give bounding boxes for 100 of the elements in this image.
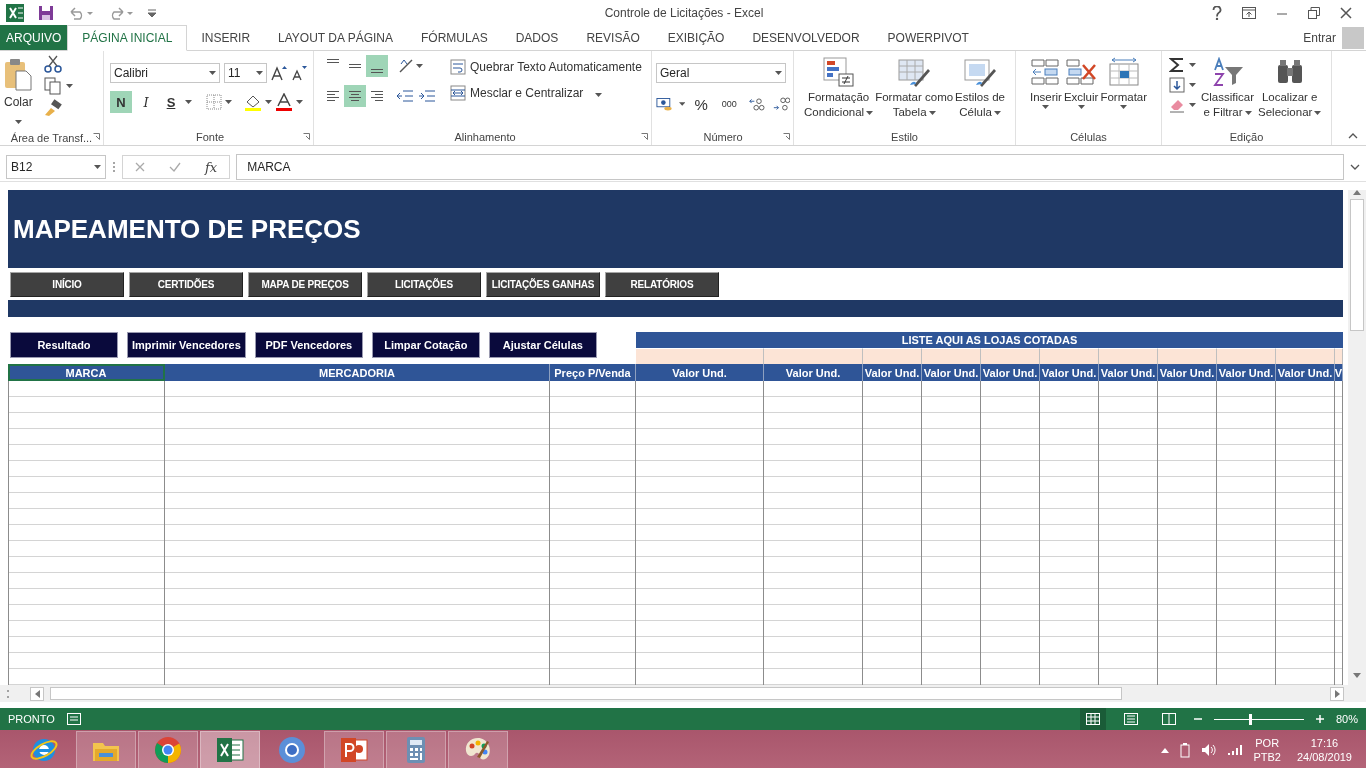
ribbon-tab[interactable]: LAYOUT DA PÁGINA xyxy=(264,25,407,50)
fill-down-icon[interactable] xyxy=(1169,77,1185,93)
paste-button[interactable]: Colar xyxy=(3,57,34,130)
column-header-cell[interactable]: Valor Und. xyxy=(1040,364,1099,381)
store-name-cell[interactable] xyxy=(1217,348,1276,364)
spreadsheet-app-icon[interactable] xyxy=(215,735,245,765)
scroll-right-button[interactable] xyxy=(1330,686,1344,701)
dialog-launcher-icon[interactable] xyxy=(783,133,790,140)
zoom-out-icon[interactable] xyxy=(1193,715,1202,723)
taskbar-app[interactable] xyxy=(386,731,446,768)
caret-icon[interactable] xyxy=(1314,110,1322,115)
macro-button[interactable]: Imprimir Vencedores xyxy=(127,332,246,358)
ribbon-tab[interactable]: EXIBIÇÃO xyxy=(653,25,739,50)
ribbon-table-button[interactable]: Formatar como Tabela xyxy=(874,55,955,129)
caret-icon[interactable] xyxy=(1120,105,1128,109)
cell-style-brush-icon[interactable] xyxy=(964,57,997,87)
scroll-left-button[interactable] xyxy=(30,686,44,701)
increase-decimal-icon[interactable] xyxy=(747,96,766,112)
caret-icon[interactable] xyxy=(678,102,685,106)
bold-button[interactable]: N xyxy=(110,91,132,113)
save-icon[interactable] xyxy=(38,4,54,21)
excel-icon[interactable] xyxy=(6,3,24,22)
restore-icon[interactable] xyxy=(1308,6,1320,19)
column-header-cell[interactable]: Preço P/Venda xyxy=(550,364,636,381)
store-name-cell[interactable] xyxy=(636,348,764,364)
currency-icon[interactable] xyxy=(656,96,673,112)
caret-icon[interactable] xyxy=(185,100,192,104)
signal-icon[interactable] xyxy=(1227,744,1244,756)
store-name-cell[interactable] xyxy=(764,348,863,364)
macro-button[interactable]: Ajustar Células xyxy=(488,332,597,358)
ribbon-format-button[interactable]: Formatar xyxy=(1099,55,1149,129)
horizontal-scrollbar[interactable] xyxy=(0,685,1366,702)
column-header-cell[interactable]: Valor Und. xyxy=(863,364,922,381)
clock-time[interactable]: 17:16 xyxy=(1310,737,1339,749)
ribbon-tab[interactable]: INSERIR xyxy=(187,25,265,50)
caret-icon[interactable] xyxy=(1244,110,1252,115)
layout-indicator[interactable]: PTB2 xyxy=(1253,751,1281,763)
nav-button[interactable]: LICITAÇÕES GANHAS xyxy=(486,272,600,297)
caret-icon[interactable] xyxy=(265,100,272,104)
normal-view-button[interactable] xyxy=(1079,708,1106,730)
nav-button[interactable]: RELATÓRIOS xyxy=(605,272,719,297)
ribbon-sort-button[interactable]: Classificar e Filtrar xyxy=(1200,55,1256,129)
language-indicator[interactable]: POR xyxy=(1255,737,1280,749)
ribbon-cellstyle-button[interactable]: Estilos de Célula xyxy=(954,55,1006,129)
font-color-icon[interactable] xyxy=(275,93,293,111)
show-hidden-icons-icon[interactable] xyxy=(1161,747,1170,753)
format-painter-icon[interactable] xyxy=(43,99,62,117)
scroll-thumb[interactable] xyxy=(1350,199,1364,331)
scroll-thumb[interactable] xyxy=(50,687,1122,700)
caret-icon[interactable] xyxy=(14,120,22,124)
nav-button[interactable]: INÍCIO xyxy=(10,272,124,297)
decrease-decimal-icon[interactable] xyxy=(771,96,790,112)
underline-button[interactable]: S xyxy=(160,91,182,113)
ribbon-tab[interactable]: PÁGINA INICIAL xyxy=(67,25,188,51)
caret-icon[interactable] xyxy=(866,110,874,115)
zoom-in-icon[interactable] xyxy=(1315,715,1324,723)
caret-icon[interactable] xyxy=(1189,83,1196,87)
column-header-cell[interactable]: MERCADORIA xyxy=(165,364,550,381)
ribbon-conditional-button[interactable]: Formatação Condicional xyxy=(803,55,875,129)
fill-color-icon[interactable] xyxy=(244,93,262,111)
taskbar-app[interactable] xyxy=(448,731,508,768)
column-header-cell[interactable]: Valor Und. xyxy=(636,364,764,381)
ribbon-tab[interactable]: DESENVOLVEDOR xyxy=(738,25,874,50)
store-name-cell[interactable] xyxy=(1099,348,1158,364)
volume-icon[interactable] xyxy=(1201,743,1218,757)
ribbon-tab[interactable]: POWERPIVOT xyxy=(873,25,983,50)
formula-field[interactable]: MARCA xyxy=(236,154,1344,180)
macro-button[interactable]: PDF Vencedores xyxy=(254,332,363,358)
macro-record-icon[interactable] xyxy=(66,713,81,725)
caret-icon[interactable] xyxy=(225,100,232,104)
italic-button[interactable]: I xyxy=(135,91,157,113)
taskbar-app[interactable] xyxy=(200,731,260,768)
ribbon-insert-button[interactable]: Inserir xyxy=(1028,55,1063,129)
ribbon-find-button[interactable]: Localizar e Selecionar xyxy=(1257,55,1323,129)
nav-button[interactable]: CERTIDÕES xyxy=(129,272,243,297)
caret-icon[interactable] xyxy=(993,110,1001,115)
font-size-field[interactable]: 11 xyxy=(224,63,267,83)
macro-button[interactable]: Limpar Cotação xyxy=(371,332,480,358)
store-name-cell[interactable] xyxy=(981,348,1040,364)
caret-icon[interactable] xyxy=(256,71,263,75)
caret-icon[interactable] xyxy=(65,84,73,88)
store-name-cell[interactable] xyxy=(1276,348,1335,364)
store-name-cell[interactable] xyxy=(1040,348,1099,364)
caret-icon[interactable] xyxy=(1189,63,1196,67)
column-header-cell[interactable]: Valor Und. xyxy=(981,364,1040,381)
collapse-ribbon-icon[interactable] xyxy=(1348,133,1358,139)
chrome-icon[interactable] xyxy=(153,735,183,765)
grow-font-icon[interactable] xyxy=(271,65,287,81)
bottom-align-button[interactable] xyxy=(366,55,388,77)
clock-date[interactable]: 24/08/2019 xyxy=(1296,751,1352,763)
insert-cells-icon[interactable] xyxy=(1030,57,1061,87)
caret-icon[interactable] xyxy=(94,165,101,169)
expand-icon[interactable] xyxy=(1350,164,1360,170)
zoom-level[interactable]: 80% xyxy=(1335,713,1358,725)
cell-grid[interactable] xyxy=(8,381,1343,685)
close-icon[interactable] xyxy=(1340,6,1352,19)
wrap-text-button[interactable]: Quebrar Texto Automaticamente xyxy=(448,57,644,77)
undo-icon[interactable] xyxy=(68,5,94,20)
center-button[interactable] xyxy=(344,85,366,107)
column-header-cell[interactable]: Valor Und. xyxy=(1099,364,1158,381)
